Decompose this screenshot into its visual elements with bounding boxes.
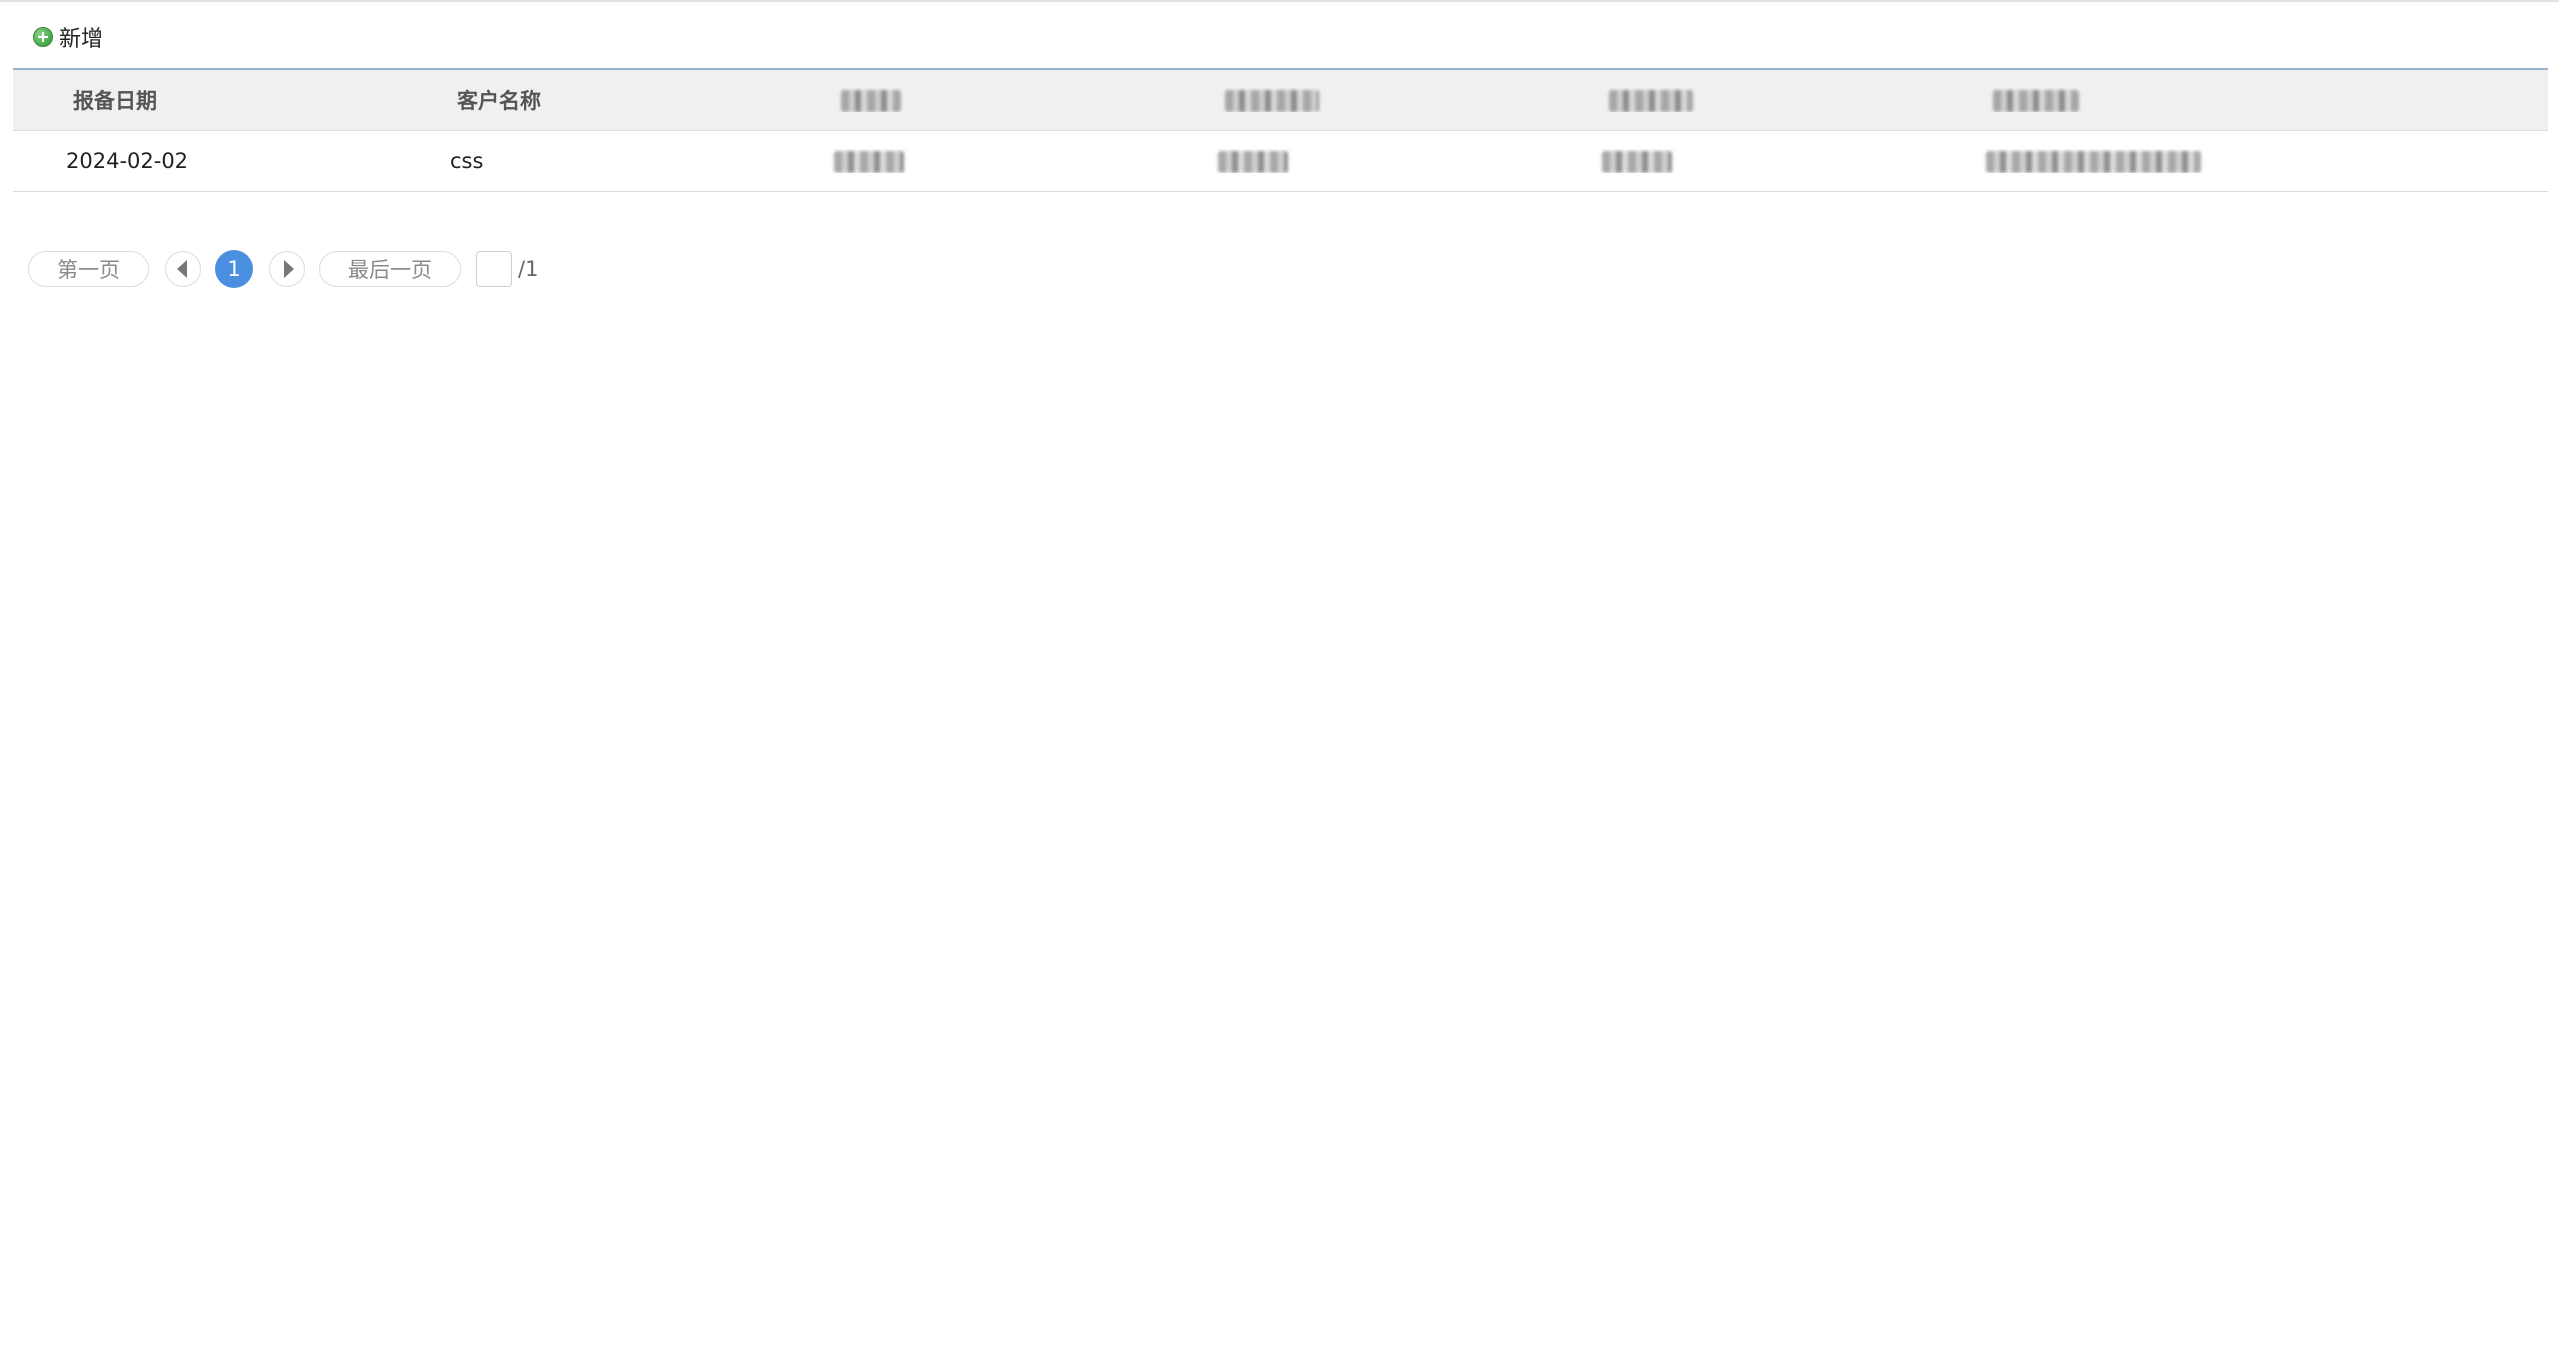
header-customer-name[interactable]: 客户名称 xyxy=(397,85,781,115)
redacted-text xyxy=(1609,90,1693,112)
header-report-date[interactable]: 报备日期 xyxy=(13,85,397,115)
redacted-text xyxy=(841,90,901,112)
first-page-button[interactable]: 第一页 xyxy=(28,251,149,287)
page-number-current[interactable]: 1 xyxy=(215,250,253,288)
redacted-text xyxy=(1218,151,1288,173)
redacted-text xyxy=(834,151,904,173)
cell-report-date: 2024-02-02 xyxy=(66,149,189,173)
caret-left-icon xyxy=(176,260,187,278)
next-page-button[interactable] xyxy=(269,251,305,287)
pagination: 第一页 1 最后一页 /1 xyxy=(28,249,538,289)
caret-right-icon xyxy=(283,260,294,278)
redacted-text xyxy=(1986,151,2201,173)
table-body: 2024-02-02 css xyxy=(13,131,2548,191)
table-row[interactable]: 2024-02-02 css xyxy=(13,131,2548,191)
total-pages: /1 xyxy=(518,257,539,281)
plus-circle-icon xyxy=(33,27,53,47)
last-page-button[interactable]: 最后一页 xyxy=(319,251,461,287)
add-label: 新增 xyxy=(59,27,104,52)
prev-page-button[interactable] xyxy=(165,251,201,287)
data-table: 报备日期 客户名称 2024-02-02 css xyxy=(13,68,2548,192)
header-col-4[interactable] xyxy=(1165,88,1549,112)
redacted-text xyxy=(1993,90,2079,112)
add-button[interactable]: 新增 xyxy=(33,22,103,52)
cell-col-6 xyxy=(1933,149,2548,173)
header-col-3[interactable] xyxy=(781,88,1165,112)
header-col-6[interactable] xyxy=(1933,88,2548,112)
cell-col-3 xyxy=(781,149,1165,173)
page: 新增 报备日期 客户名称 2024-02-02 css 第一页 1 最后一页 /… xyxy=(0,0,2559,1348)
cell-col-5 xyxy=(1549,149,1933,173)
page-jump-input[interactable] xyxy=(476,251,512,287)
cell-customer-name: css xyxy=(450,149,484,173)
header-col-5[interactable] xyxy=(1549,88,1933,112)
table-header: 报备日期 客户名称 xyxy=(13,70,2548,131)
cell-col-4 xyxy=(1165,149,1549,173)
redacted-text xyxy=(1602,151,1672,173)
redacted-text xyxy=(1225,90,1319,112)
